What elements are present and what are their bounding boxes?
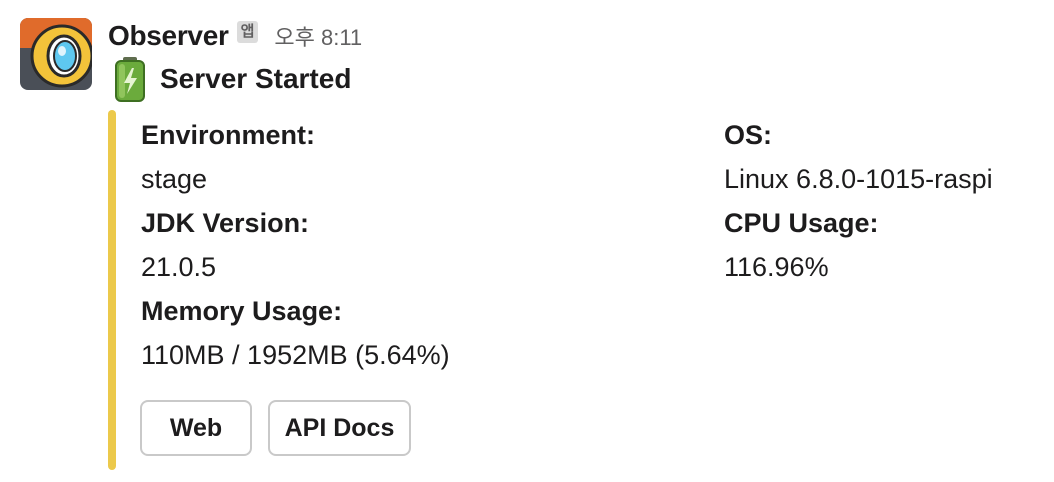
field-memory-usage: Memory Usage: 110MB / 1952MB (5.64%): [141, 289, 450, 377]
field-value: 116.96%: [724, 252, 829, 282]
message-timestamp[interactable]: 오후 8:11: [274, 20, 362, 52]
battery-icon: [108, 56, 152, 102]
bot-name[interactable]: Observer: [108, 20, 229, 52]
message-header: Observer 앱 오후 8:11: [108, 18, 362, 54]
field-environment: Environment: stage: [141, 113, 315, 201]
api-docs-button[interactable]: API Docs: [268, 400, 411, 456]
field-value: Linux 6.8.0-1015-raspi: [724, 164, 993, 194]
attachment-color-bar: [108, 110, 116, 470]
field-cpu-usage: CPU Usage: 116.96%: [724, 201, 879, 289]
field-label: JDK Version:: [141, 208, 310, 238]
message-title: Server Started: [160, 63, 352, 94]
field-label: Memory Usage:: [141, 296, 343, 326]
field-value: 110MB / 1952MB (5.64%): [141, 340, 450, 370]
field-value: 21.0.5: [141, 252, 217, 282]
field-label: OS:: [724, 120, 773, 150]
app-badge: 앱: [236, 21, 259, 43]
field-os: OS: Linux 6.8.0-1015-raspi: [724, 113, 993, 201]
field-jdk-version: JDK Version: 21.0.5: [141, 201, 309, 289]
bot-avatar[interactable]: [20, 18, 92, 90]
observer-avatar-icon: [20, 18, 92, 90]
message-title-row: Server Started: [108, 56, 351, 102]
field-label: Environment:: [141, 120, 316, 150]
field-value: stage: [141, 164, 208, 194]
field-label: CPU Usage:: [724, 208, 879, 238]
web-button[interactable]: Web: [140, 400, 252, 456]
